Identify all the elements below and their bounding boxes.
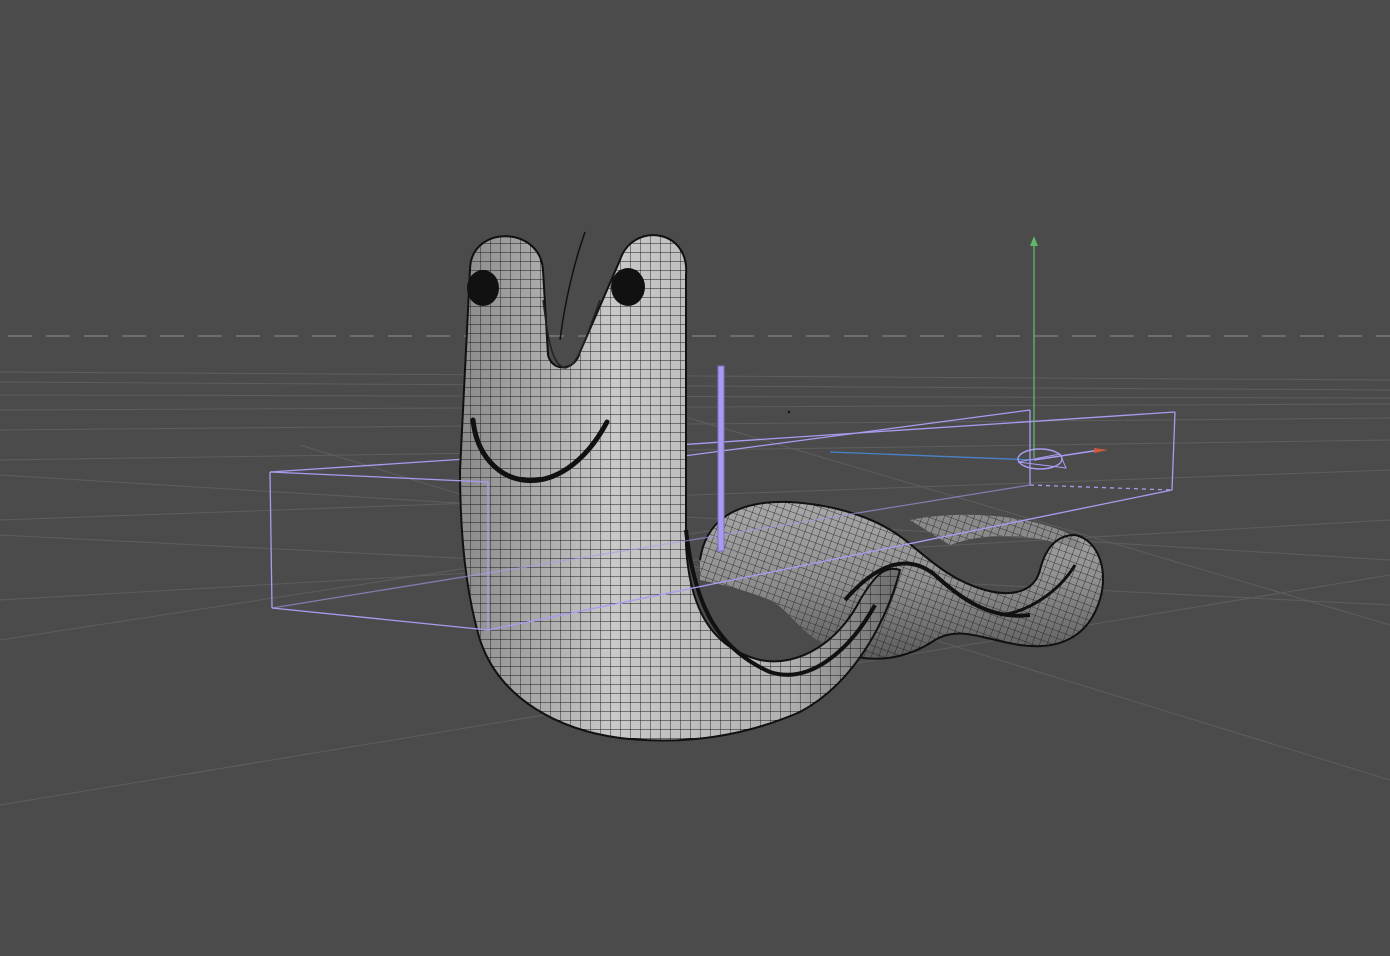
left-eye (467, 270, 499, 306)
viewport-canvas[interactable] (0, 0, 1390, 956)
right-eye (611, 268, 645, 306)
pivot-handle[interactable] (717, 365, 725, 552)
scene-point (787, 410, 791, 414)
3d-viewport[interactable] (0, 0, 1390, 956)
